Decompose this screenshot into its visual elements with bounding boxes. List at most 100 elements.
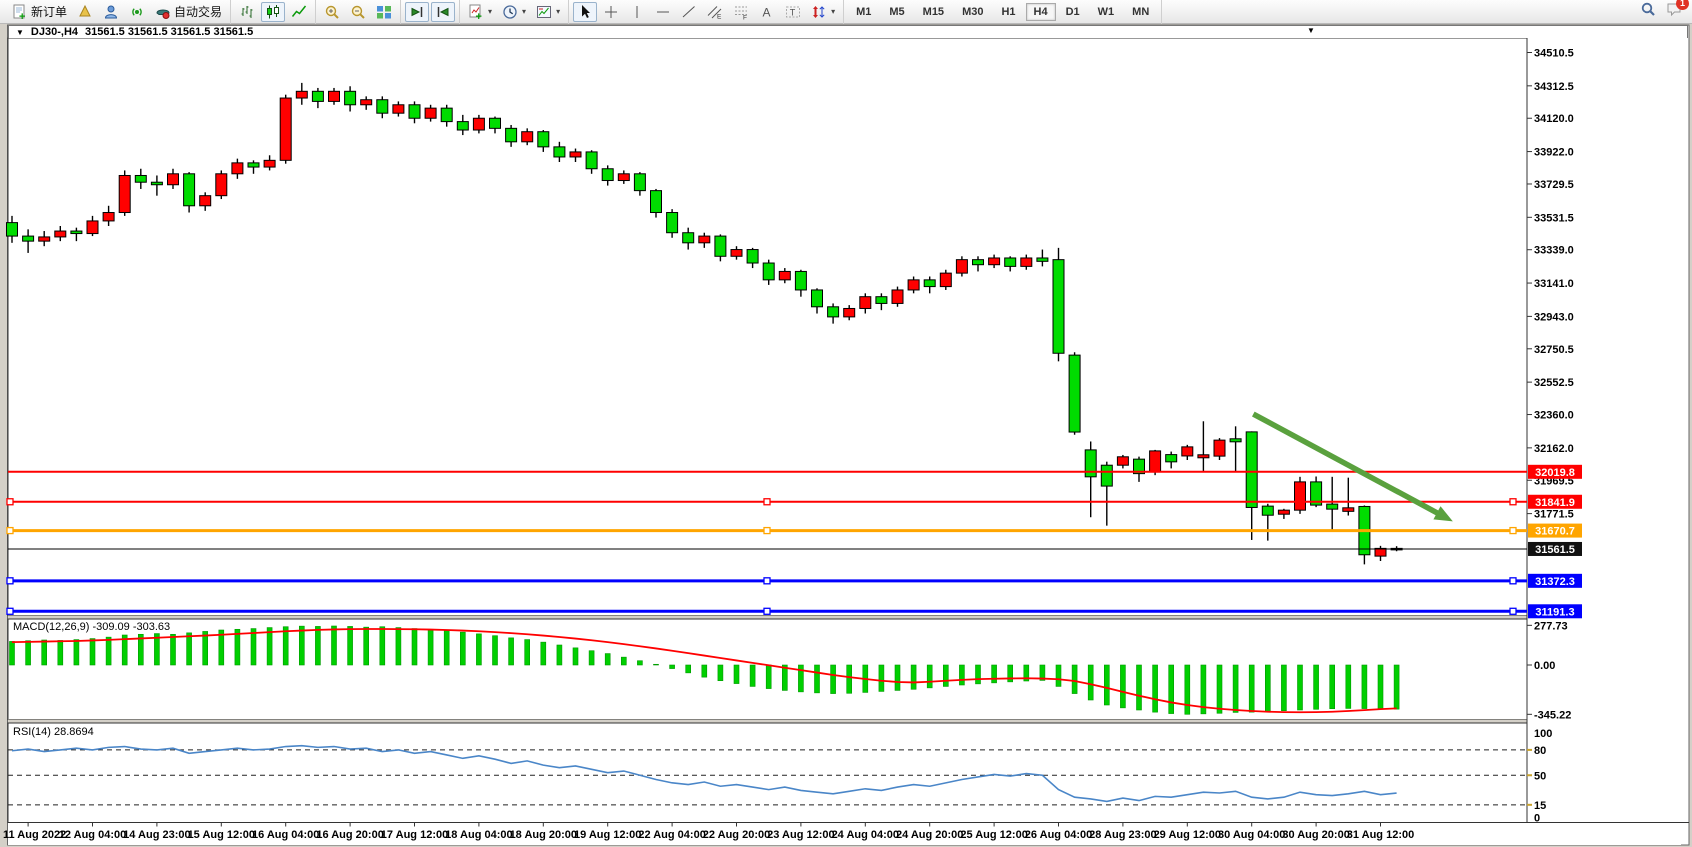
chart-title-bar[interactable]: ▼ DJ30-,H4 31561.5 31561.5 31561.5 31561… <box>8 25 1688 38</box>
macd-bar <box>1281 665 1286 711</box>
price-badge-label: 31670.7 <box>1535 526 1575 538</box>
line-handle[interactable] <box>7 608 13 614</box>
news-signal-button[interactable] <box>125 2 149 22</box>
dropdown-arrow-icon[interactable]: ▾ <box>522 7 526 16</box>
dropdown-arrow-icon[interactable]: ▾ <box>556 7 560 16</box>
time-tick-label: 31 Aug 12:00 <box>1347 829 1414 841</box>
macd-bar <box>1265 665 1270 712</box>
price-axis[interactable]: 34510.534312.534120.033922.033729.533531… <box>1527 48 1574 521</box>
timeframe-h4-button[interactable]: H4 <box>1026 3 1056 21</box>
time-tick-label: 14 Aug 23:00 <box>123 829 190 841</box>
macd-bar <box>1185 665 1190 714</box>
line-handle[interactable] <box>764 499 770 505</box>
panel-splitter[interactable] <box>8 720 1527 724</box>
timeframe-m15-button[interactable]: M15 <box>915 3 952 21</box>
arrows-button[interactable]: ▾ <box>807 2 839 22</box>
macd-bar <box>412 629 417 665</box>
line-handle[interactable] <box>1510 578 1516 584</box>
timeframe-mn-button[interactable]: MN <box>1124 3 1157 21</box>
macd-bar <box>348 626 353 665</box>
macd-bar <box>943 665 948 686</box>
candle-body <box>973 260 984 265</box>
zoom-out-icon <box>350 4 366 20</box>
text-button[interactable]: A <box>755 2 779 22</box>
line-handle[interactable] <box>7 578 13 584</box>
zoom-in-button[interactable] <box>320 2 344 22</box>
line-handle[interactable] <box>764 608 770 614</box>
text-icon: A <box>759 4 775 20</box>
vline-icon <box>629 4 645 20</box>
candle-body <box>989 258 1000 265</box>
line-chart-button[interactable] <box>287 2 311 22</box>
chart-canvas[interactable]: 34510.534312.534120.033922.033729.533531… <box>0 0 1692 847</box>
candle-body <box>1214 440 1225 456</box>
time-tick-label: 26 Aug 04:00 <box>1025 829 1092 841</box>
candle-body <box>538 132 549 147</box>
candle-body <box>39 237 50 241</box>
rsi-axis-label: 50 <box>1534 770 1546 782</box>
macd-bar <box>959 665 964 685</box>
timeframe-m1-button[interactable]: M1 <box>848 3 879 21</box>
chevron-down-icon[interactable]: ▼ <box>16 28 24 37</box>
tile-windows-button[interactable] <box>372 2 396 22</box>
trendline-button[interactable] <box>677 2 701 22</box>
price-tick-label: 33141.0 <box>1534 278 1574 290</box>
panel-splitter[interactable] <box>8 616 1527 620</box>
candle-body <box>651 191 662 213</box>
line-handle[interactable] <box>7 528 13 534</box>
candle-body <box>554 147 565 157</box>
autotrade-button[interactable]: 自动交易 <box>151 1 226 22</box>
templates-button[interactable]: ▾ <box>532 2 564 22</box>
horizontal-line-button[interactable] <box>651 2 675 22</box>
timeframe-w1-button[interactable]: W1 <box>1090 3 1123 21</box>
price-badge-label: 31191.3 <box>1535 606 1574 618</box>
line-handle[interactable] <box>764 578 770 584</box>
toolbar-group-add: +▾▾▾ <box>460 0 569 24</box>
price-tick-label: 32750.5 <box>1534 344 1574 356</box>
candle-body <box>232 163 243 174</box>
auto-scroll-button[interactable] <box>405 2 429 22</box>
timeframe-d1-button[interactable]: D1 <box>1058 3 1088 21</box>
time-axis[interactable]: 11 Aug 202212 Aug 04:0014 Aug 23:0015 Au… <box>3 823 1689 846</box>
chart-shift-button[interactable] <box>431 2 455 22</box>
zoom-out-button[interactable] <box>346 2 370 22</box>
time-tick-label: 28 Aug 23:00 <box>1089 829 1156 841</box>
macd-bar <box>106 637 111 665</box>
notifications-button[interactable]: 1 <box>1666 1 1682 22</box>
line-handle[interactable] <box>7 499 13 505</box>
time-tick-label: 18 Aug 04:00 <box>445 829 512 841</box>
line-handle[interactable] <box>1510 499 1516 505</box>
line-handle[interactable] <box>764 528 770 534</box>
line-handle[interactable] <box>1510 528 1516 534</box>
fibonacci-button[interactable]: F <box>729 2 753 22</box>
cursor-button[interactable] <box>573 2 597 22</box>
candle-chart-button[interactable] <box>261 2 285 22</box>
crosshair-button[interactable] <box>599 2 623 22</box>
chart-shift-marker-icon[interactable]: ▼ <box>1307 26 1315 35</box>
bar-chart-button[interactable] <box>235 2 259 22</box>
candle-body <box>795 271 806 290</box>
new-order-button[interactable]: +新订单 <box>8 1 71 22</box>
price-tick-label: 33922.0 <box>1534 147 1574 159</box>
timeframe-m5-button[interactable]: M5 <box>881 3 912 21</box>
timeframe-h1-button[interactable]: H1 <box>993 3 1023 21</box>
time-tick-label: 30 Aug 04:00 <box>1218 829 1285 841</box>
styler-button[interactable] <box>73 2 97 22</box>
vertical-line-button[interactable] <box>625 2 649 22</box>
indicators-button[interactable]: +▾ <box>464 2 496 22</box>
candle-body <box>409 105 420 118</box>
channel-button[interactable]: E <box>703 2 727 22</box>
price-tick-label: 34120.0 <box>1534 113 1574 125</box>
profile-button[interactable] <box>99 2 123 22</box>
candle-body <box>184 174 195 206</box>
rsi-panel[interactable] <box>8 723 1527 823</box>
dropdown-arrow-icon[interactable]: ▾ <box>831 7 835 16</box>
timeframe-m30-button[interactable]: M30 <box>954 3 991 21</box>
dropdown-arrow-icon[interactable]: ▾ <box>488 7 492 16</box>
periods-button[interactable]: ▾ <box>498 2 530 22</box>
time-tick-label: 15 Aug 12:00 <box>188 829 255 841</box>
label-button[interactable]: T <box>781 2 805 22</box>
line-handle[interactable] <box>1510 608 1516 614</box>
search-button[interactable] <box>1640 1 1656 22</box>
candle-body <box>618 174 629 181</box>
